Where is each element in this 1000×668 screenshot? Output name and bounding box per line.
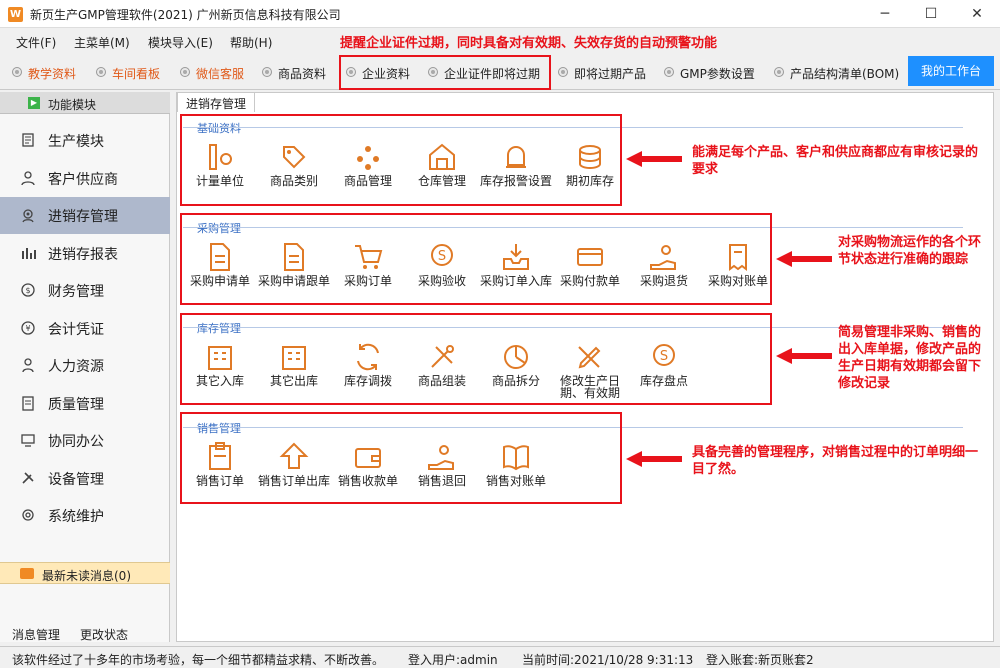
- status-user: 登入用户:admin: [408, 653, 498, 667]
- title-bar: W 新页生产GMP管理软件(2021) 广州新页信息科技有限公司 ─ ☐ ✕: [0, 0, 1000, 28]
- quick-teaching[interactable]: 教学资料: [12, 65, 76, 82]
- sidebar-item-label: 设备管理: [48, 471, 104, 488]
- svg-text:¥: ¥: [25, 324, 30, 333]
- system-icon: [22, 509, 34, 521]
- feature-banner: 提醒企业证件过期，同时具备对有效期、失效存货的自动预警功能: [340, 36, 718, 51]
- workbench-button[interactable]: 我的工作台: [908, 56, 994, 86]
- annotation-note-stock: 简易管理非采购、销售的出入库单据，修改产品的生产日期有效期都会留下修改记录: [838, 325, 982, 391]
- sidebar-item-accounting-voucher[interactable]: ¥ 会计凭证: [0, 310, 170, 347]
- annotation-note-sales: 具备完善的管理程序，对销售过程中的订单明细一目了然。: [692, 445, 979, 477]
- sidebar-item-label: 生产模块: [48, 134, 104, 150]
- minimize-icon[interactable]: ─: [862, 0, 908, 28]
- quick-label: GMP参数设置: [680, 67, 755, 81]
- sidebar-item-label: 人力资源: [48, 359, 104, 375]
- highlight-box-sales: [180, 412, 622, 504]
- radio-icon: [664, 67, 674, 77]
- quality-icon: [22, 395, 34, 411]
- quick-label: 即将过期产品: [574, 67, 647, 81]
- svg-text:$: $: [25, 286, 30, 295]
- play-icon: ▶: [28, 97, 40, 109]
- sidebar-item-inventory[interactable]: 进销存管理: [0, 197, 170, 234]
- message-manage-link[interactable]: 消息管理: [12, 626, 60, 643]
- change-status-link[interactable]: 更改状态: [80, 626, 128, 643]
- sidebar: ▶ 功能模块 生产模块客户供应商进销存管理进销存报表 $ 财务管理 ¥ 会计凭证人力资源…: [0, 92, 170, 642]
- sidebar-item-system[interactable]: 系统维护: [0, 497, 170, 534]
- sidebar-item-label: 会计凭证: [48, 321, 104, 338]
- annotation-arrow-icon: [626, 151, 682, 167]
- quick-expiring-products[interactable]: 即将过期产品: [558, 65, 646, 82]
- human-resources-icon: [22, 358, 34, 373]
- sidebar-item-label: 进销存报表: [48, 246, 118, 263]
- quick-label: 教学资料: [28, 67, 77, 81]
- sidebar-item-customer-supplier[interactable]: 客户供应商: [0, 160, 170, 197]
- sidebar-item-label: 质量管理: [48, 396, 104, 413]
- sidebar-item-label: 系统维护: [48, 509, 104, 525]
- sidebar-item-equipment[interactable]: 设备管理: [0, 460, 170, 497]
- sidebar-item-label: 财务管理: [48, 284, 104, 300]
- status-bar: 该软件经过了十多年的市场考验，每一个细节都精益求精、不断改善。 登入用户:adm…: [0, 646, 1000, 668]
- radio-icon: [558, 67, 568, 77]
- sidebar-item-label: 客户供应商: [48, 171, 118, 188]
- status-account: 登入账套:新页账套2: [706, 653, 814, 667]
- menu-main[interactable]: 主菜单(M): [74, 34, 130, 51]
- quick-label: 商品资料: [278, 67, 327, 81]
- quick-label: 微信客服: [196, 67, 245, 81]
- production-icon: [22, 133, 34, 147]
- customer-supplier-icon: [21, 170, 35, 185]
- finance-icon: $: [21, 283, 35, 297]
- sidebar-item-office[interactable]: 协同办公: [0, 422, 170, 459]
- status-time: 当前时间:2021/10/28 9:31:13: [522, 653, 694, 667]
- unread-message-bar[interactable]: 最新未读消息(0): [0, 562, 170, 584]
- highlight-box-purchase: [180, 213, 772, 305]
- sidebar-item-quality[interactable]: 质量管理: [0, 385, 170, 422]
- annotation-arrow-icon: [776, 251, 832, 267]
- sidebar-item-inventory-report[interactable]: 进销存报表: [0, 235, 170, 272]
- quick-label: 产品结构清单(BOM): [790, 67, 900, 81]
- office-icon: [21, 434, 35, 447]
- menu-help[interactable]: 帮助(H): [230, 34, 272, 51]
- equipment-icon: [22, 471, 34, 484]
- sidebar-header: ▶ 功能模块: [0, 92, 170, 114]
- radio-icon: [774, 67, 784, 77]
- radio-icon: [262, 67, 272, 77]
- sidebar-item-production[interactable]: 生产模块: [0, 122, 170, 159]
- sidebar-item-label: 协同办公: [48, 434, 104, 450]
- tab-inventory-management[interactable]: 进销存管理: [177, 92, 256, 112]
- quick-product-info[interactable]: 商品资料: [262, 65, 326, 82]
- quick-workshop-board[interactable]: 车间看板: [96, 65, 160, 82]
- close-icon[interactable]: ✕: [954, 0, 1000, 28]
- message-icon: [20, 568, 34, 579]
- menu-file[interactable]: 文件(F): [16, 34, 56, 51]
- accounting-voucher-icon: ¥: [21, 320, 35, 335]
- highlight-box-quickbar: [339, 55, 551, 90]
- quick-wechat-service[interactable]: 微信客服: [180, 65, 244, 82]
- annotation-arrow-icon: [776, 348, 832, 364]
- app-icon: W: [8, 7, 23, 22]
- sidebar-item-label: 进销存管理: [48, 209, 118, 225]
- sidebar-header-label: 功能模块: [48, 98, 97, 112]
- inventory-report-icon: [22, 247, 36, 259]
- highlight-box-stock: [180, 313, 772, 405]
- maximize-icon[interactable]: ☐: [908, 0, 954, 28]
- radio-icon: [12, 67, 22, 77]
- sidebar-item-finance[interactable]: $ 财务管理: [0, 272, 170, 309]
- menu-module-import[interactable]: 模块导入(E): [148, 34, 213, 51]
- unread-message-label: 最新未读消息(0): [42, 569, 131, 583]
- window-title: 新页生产GMP管理软件(2021) 广州新页信息科技有限公司: [30, 8, 341, 22]
- quick-gmp-settings[interactable]: GMP参数设置: [664, 65, 755, 82]
- status-slogan: 该软件经过了十多年的市场考验，每一个细节都精益求精、不断改善。: [12, 653, 385, 667]
- radio-icon: [96, 67, 106, 77]
- annotation-arrow-icon: [626, 451, 682, 467]
- quick-bom[interactable]: 产品结构清单(BOM): [774, 65, 899, 82]
- inventory-icon: [22, 209, 34, 223]
- annotation-note-purchase: 对采购物流运作的各个环节状态进行准确的跟踪: [838, 235, 982, 267]
- quick-label: 车间看板: [112, 67, 161, 81]
- radio-icon: [180, 67, 190, 77]
- annotation-note-basic-info: 能满足每个产品、客户和供应商都应有审核记录的要求: [692, 145, 979, 177]
- highlight-box-basic-info: [180, 114, 622, 206]
- sidebar-item-human-resources[interactable]: 人力资源: [0, 347, 170, 384]
